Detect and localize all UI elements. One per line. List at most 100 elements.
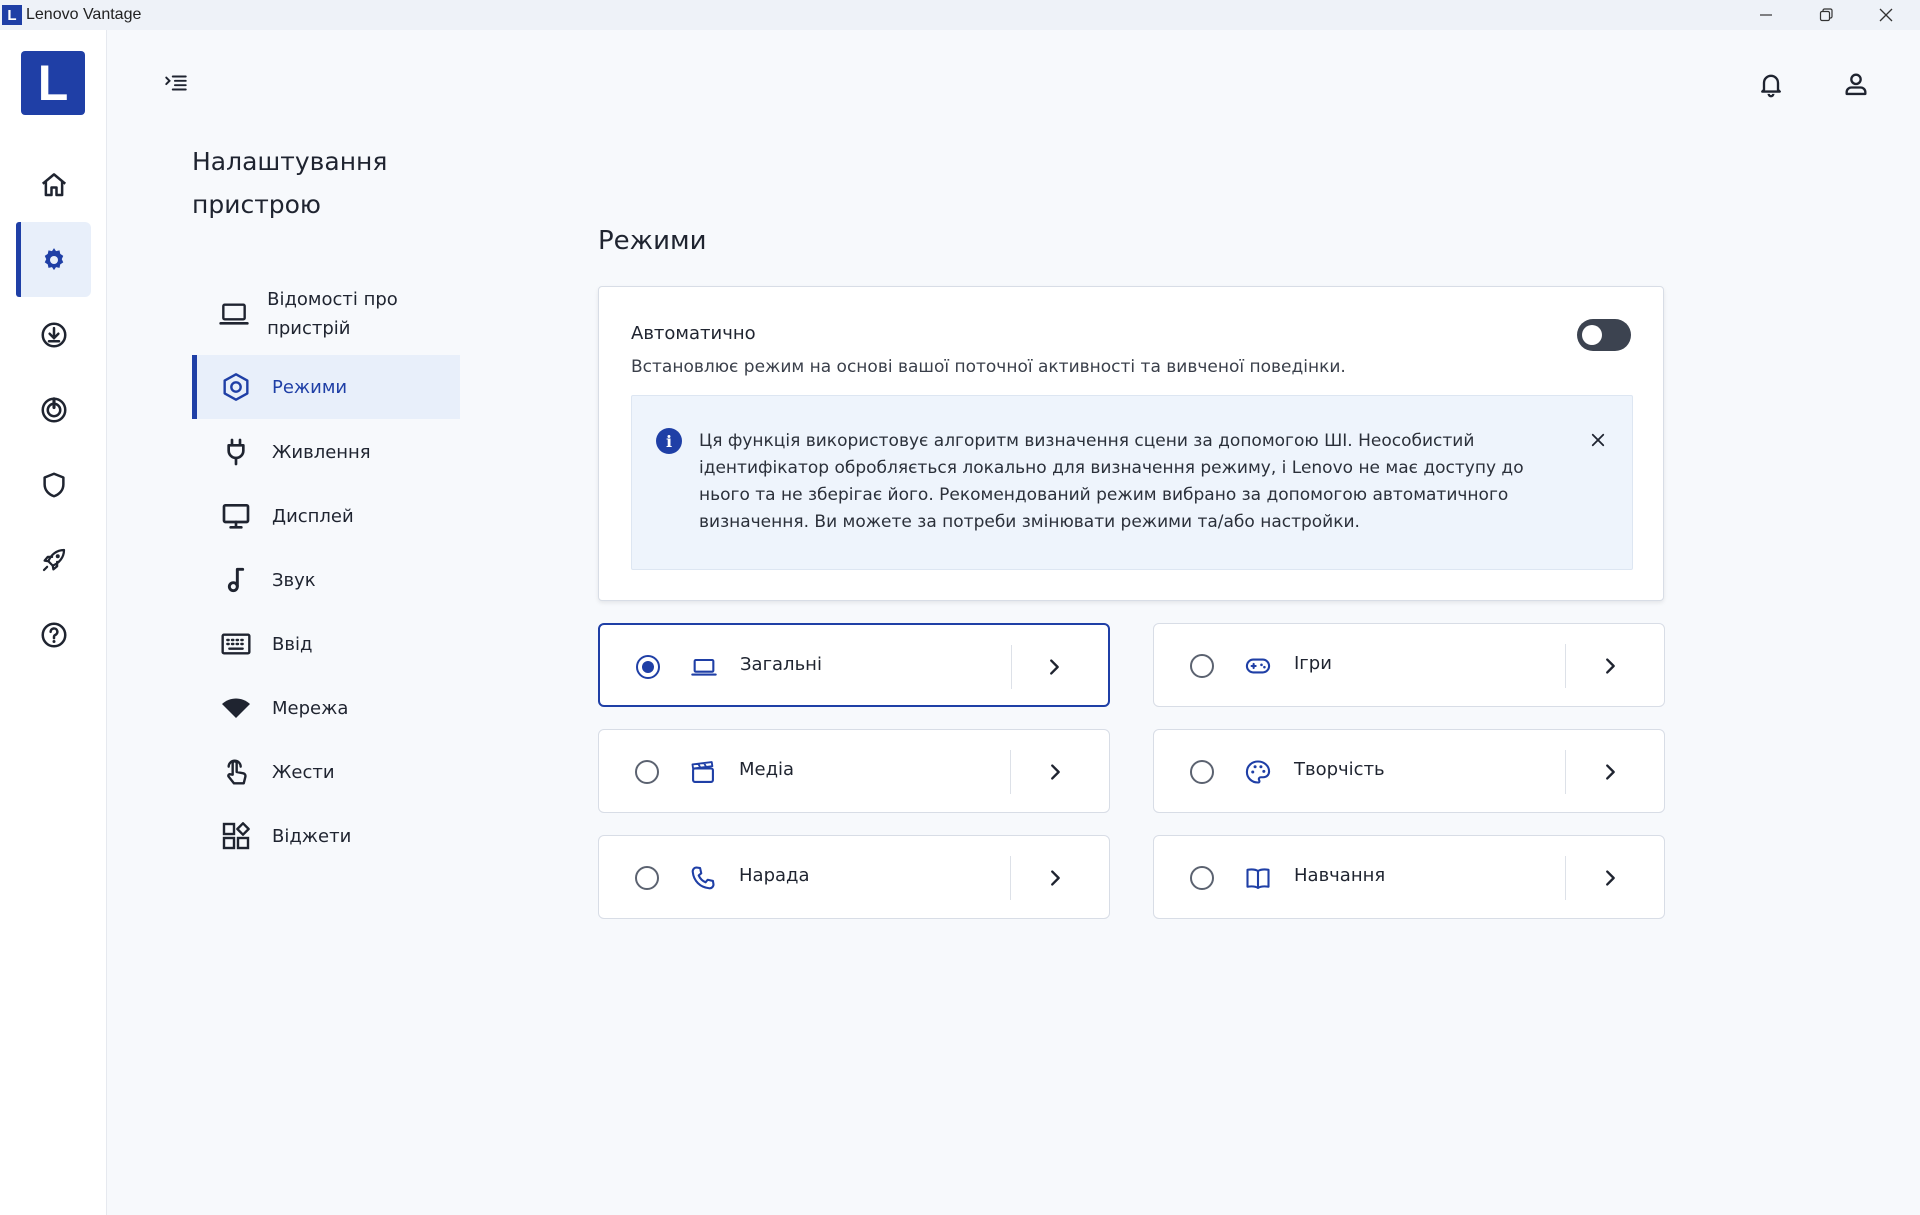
auto-mode-card: Автоматично Встановлює режим на основі в…	[598, 286, 1664, 601]
phone-icon	[687, 862, 719, 894]
close-icon	[1879, 8, 1893, 22]
rail-help[interactable]	[16, 597, 91, 672]
user-icon	[1845, 73, 1867, 96]
rail-power[interactable]	[16, 372, 91, 447]
chevron-right-icon[interactable]	[1596, 864, 1624, 892]
subnav-label: Жести	[272, 761, 335, 783]
rail-security[interactable]	[16, 447, 91, 522]
mode-label: Нарада	[739, 865, 810, 886]
chevron-right-icon[interactable]	[1041, 864, 1069, 892]
bell-icon	[1761, 74, 1781, 98]
subnav-sound[interactable]: Звук	[192, 560, 460, 600]
mode-label: Навчання	[1294, 865, 1386, 886]
close-window-button[interactable]	[1856, 0, 1916, 30]
chevron-right-icon[interactable]	[1041, 758, 1069, 786]
subnav-label: Ввід	[272, 633, 313, 655]
gamepad-icon	[1242, 650, 1274, 682]
subnav-power[interactable]: Живлення	[192, 432, 460, 472]
book-icon	[1242, 862, 1274, 894]
power-circle-icon	[41, 396, 66, 422]
subnav-label: Звук	[272, 569, 316, 591]
subnav-label: Віджети	[272, 825, 352, 847]
mode-card-meeting[interactable]: Нарада	[598, 835, 1110, 919]
divider	[1011, 645, 1012, 689]
subnav-label: Відомості про пристрій	[267, 289, 398, 339]
rail-home[interactable]	[16, 147, 91, 222]
menu-toggle-button[interactable]	[160, 68, 192, 98]
laptop-icon	[688, 651, 720, 683]
keyboard-icon	[216, 624, 256, 664]
gear-icon	[44, 247, 63, 270]
mode-radio[interactable]	[1190, 654, 1214, 678]
mode-radio[interactable]	[636, 655, 660, 679]
window-title: Lenovo Vantage	[26, 6, 142, 23]
rail-device-settings[interactable]	[16, 222, 91, 297]
mode-card-games[interactable]: Ігри	[1153, 623, 1665, 707]
mode-card-learning[interactable]: Навчання	[1153, 835, 1665, 919]
mode-label: Загальні	[740, 654, 822, 675]
minimize-icon	[1760, 14, 1772, 16]
auto-mode-description: Встановлює режим на основі вашої поточно…	[631, 357, 1346, 377]
chevron-right-icon[interactable]	[1596, 652, 1624, 680]
mode-radio[interactable]	[635, 760, 659, 784]
notifications-button[interactable]	[1753, 66, 1789, 102]
mode-card-media[interactable]: Медіа	[598, 729, 1110, 813]
plug-icon	[216, 432, 256, 472]
minimize-button[interactable]	[1736, 0, 1796, 30]
app-logo-icon: L	[2, 5, 22, 25]
subnav-label: Живлення	[272, 441, 371, 463]
subnav-label: Мережа	[272, 697, 349, 719]
hexagon-icon	[216, 367, 256, 407]
subnav-gestures[interactable]: Жести	[192, 752, 460, 792]
subnav-display[interactable]: Дисплей	[192, 496, 460, 536]
chevron-right-icon[interactable]	[1596, 758, 1624, 786]
divider	[1565, 856, 1566, 900]
subnav-network[interactable]: Мережа	[192, 688, 460, 728]
restore-icon	[1819, 8, 1833, 22]
restore-button[interactable]	[1796, 0, 1856, 30]
info-text: Ця функція використовує алгоритм визначе…	[699, 431, 1524, 532]
laptop-icon	[216, 294, 251, 334]
subnav-widgets[interactable]: Віджети	[192, 816, 460, 856]
clapperboard-icon	[687, 756, 719, 788]
mode-radio[interactable]	[1190, 866, 1214, 890]
lenovo-logo: L	[21, 51, 85, 115]
shield-icon	[42, 472, 65, 497]
mode-label: Творчість	[1294, 759, 1385, 780]
account-button[interactable]	[1838, 66, 1874, 102]
palette-icon	[1242, 756, 1274, 788]
auto-mode-title: Автоматично	[631, 323, 756, 344]
divider	[1565, 750, 1566, 794]
divider	[1010, 750, 1011, 794]
close-icon	[1591, 433, 1605, 447]
touch-icon	[216, 752, 256, 792]
mode-card-creativity[interactable]: Творчість	[1153, 729, 1665, 813]
menu-collapse-icon	[165, 75, 187, 91]
subnav-input[interactable]: Ввід	[192, 624, 460, 664]
chevron-right-icon[interactable]	[1040, 653, 1068, 681]
mode-radio[interactable]	[635, 866, 659, 890]
auto-mode-toggle[interactable]	[1577, 319, 1631, 351]
dismiss-info-button[interactable]	[1586, 428, 1610, 452]
widgets-icon	[216, 816, 256, 856]
mode-card-general[interactable]: Загальні	[598, 623, 1110, 707]
divider	[1565, 644, 1566, 688]
info-icon: i	[656, 428, 682, 454]
monitor-icon	[216, 496, 256, 536]
divider	[1010, 856, 1011, 900]
mode-label: Медіа	[739, 759, 795, 780]
section-title: Налаштування пристрою	[192, 147, 388, 219]
left-rail: L	[0, 30, 107, 1215]
page-title: Режими	[598, 226, 707, 256]
subnav-modes[interactable]: Режими	[192, 355, 460, 419]
info-banner: i Ця функція використовує алгоритм визна…	[631, 395, 1633, 570]
subnav-label: Дисплей	[272, 505, 354, 527]
rail-boost[interactable]	[16, 522, 91, 597]
mode-radio[interactable]	[1190, 760, 1214, 784]
home-icon	[41, 172, 66, 196]
subnav-device-info[interactable]: Відомості про пристрій	[192, 282, 460, 346]
music-note-icon	[216, 560, 256, 600]
mode-label: Ігри	[1294, 653, 1332, 674]
rail-updates[interactable]	[16, 297, 91, 372]
title-bar: L Lenovo Vantage	[0, 0, 1920, 30]
